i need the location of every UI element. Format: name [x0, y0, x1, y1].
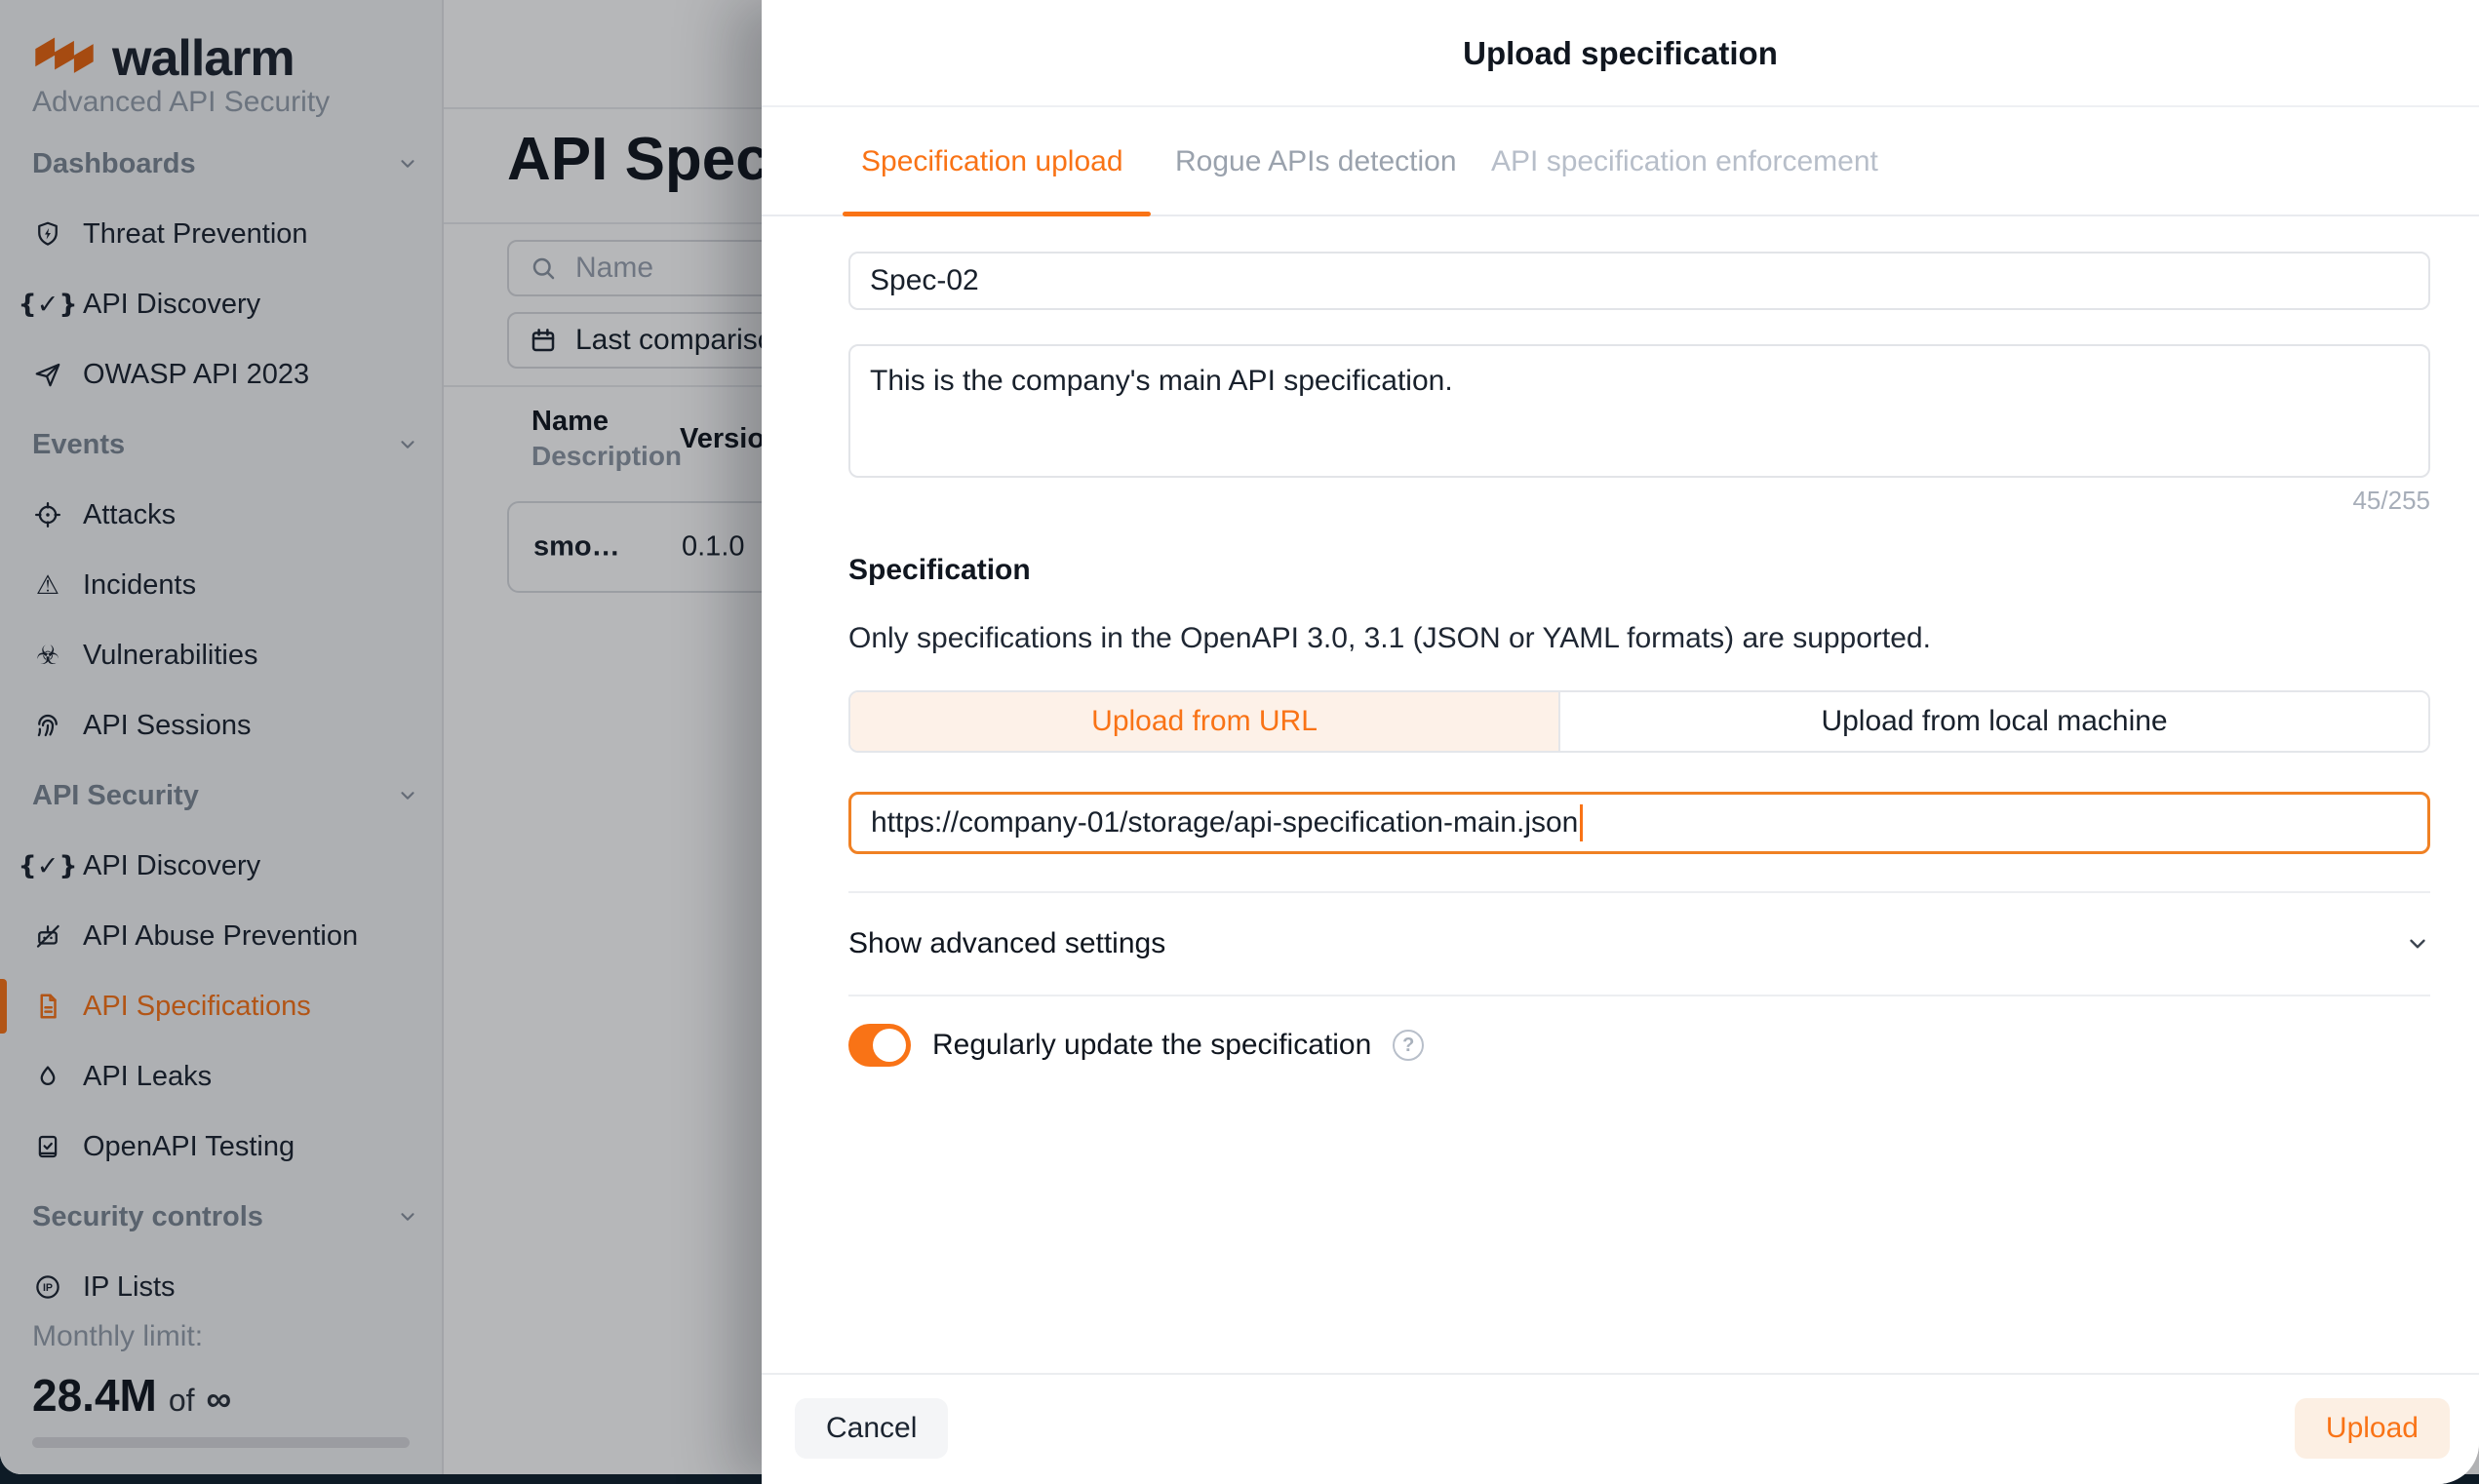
drawer-tabs: Specification upload Rogue APIs detectio… — [762, 109, 2479, 216]
drawer-footer: Cancel Upload — [762, 1373, 2479, 1484]
drawer-title: Upload specification — [762, 0, 2479, 107]
help-icon[interactable]: ? — [1393, 1030, 1424, 1061]
upload-from-local-machine-tab[interactable]: Upload from local machine — [1560, 692, 2428, 751]
regular-update-toggle[interactable] — [848, 1024, 911, 1067]
spec-name-input[interactable] — [848, 252, 2430, 310]
tab-rogue-apis-detection[interactable]: Rogue APIs detection — [1175, 109, 1457, 215]
cancel-button[interactable]: Cancel — [795, 1398, 948, 1459]
text-caret — [1580, 804, 1583, 841]
specification-heading: Specification — [848, 554, 1031, 587]
toggle-label: Regularly update the specification — [932, 1029, 1371, 1062]
tab-api-specification-enforcement[interactable]: API specification enforcement — [1491, 109, 1878, 215]
url-value: https://company-01/storage/api-specifica… — [871, 806, 1578, 840]
chevron-down-icon — [2405, 931, 2430, 957]
divider — [848, 995, 2430, 996]
spec-description-textarea[interactable]: This is the company's main API specifica… — [848, 344, 2430, 478]
show-advanced-settings[interactable]: Show advanced settings — [848, 915, 2430, 973]
upload-from-url-tab[interactable]: Upload from URL — [850, 692, 1560, 751]
char-counter: 45/255 — [2352, 486, 2430, 516]
specification-hint: Only specifications in the OpenAPI 3.0, … — [848, 622, 1931, 655]
source-segmented-control: Upload from URL Upload from local machin… — [848, 690, 2430, 753]
tab-specification-upload[interactable]: Specification upload — [861, 109, 1123, 215]
regular-update-row: Regularly update the specification ? — [848, 1024, 1424, 1067]
upload-button[interactable]: Upload — [2295, 1398, 2450, 1459]
upload-specification-drawer: Upload specification Specification uploa… — [762, 0, 2479, 1484]
divider — [848, 891, 2430, 893]
active-tab-underline — [843, 212, 1151, 216]
spec-url-input[interactable]: https://company-01/storage/api-specifica… — [848, 792, 2430, 854]
toggle-knob — [873, 1029, 906, 1062]
